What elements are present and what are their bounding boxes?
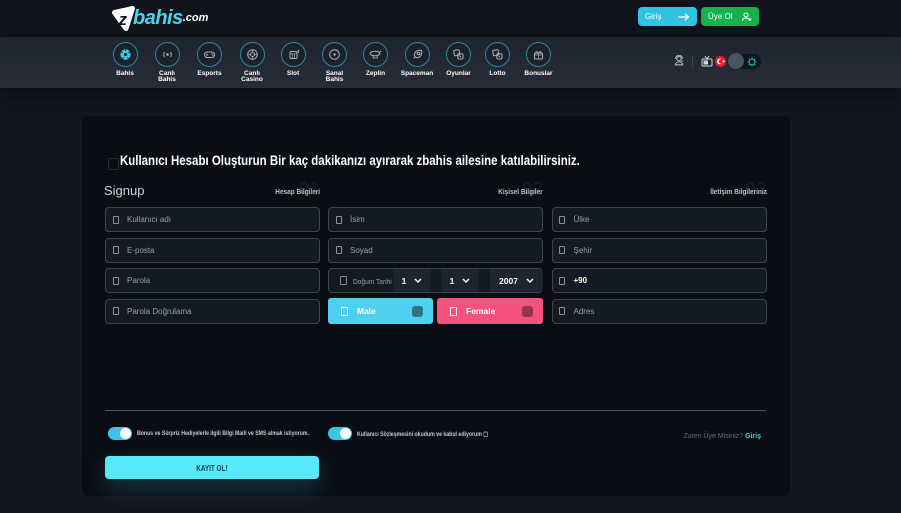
svg-text:z: z (118, 10, 128, 29)
